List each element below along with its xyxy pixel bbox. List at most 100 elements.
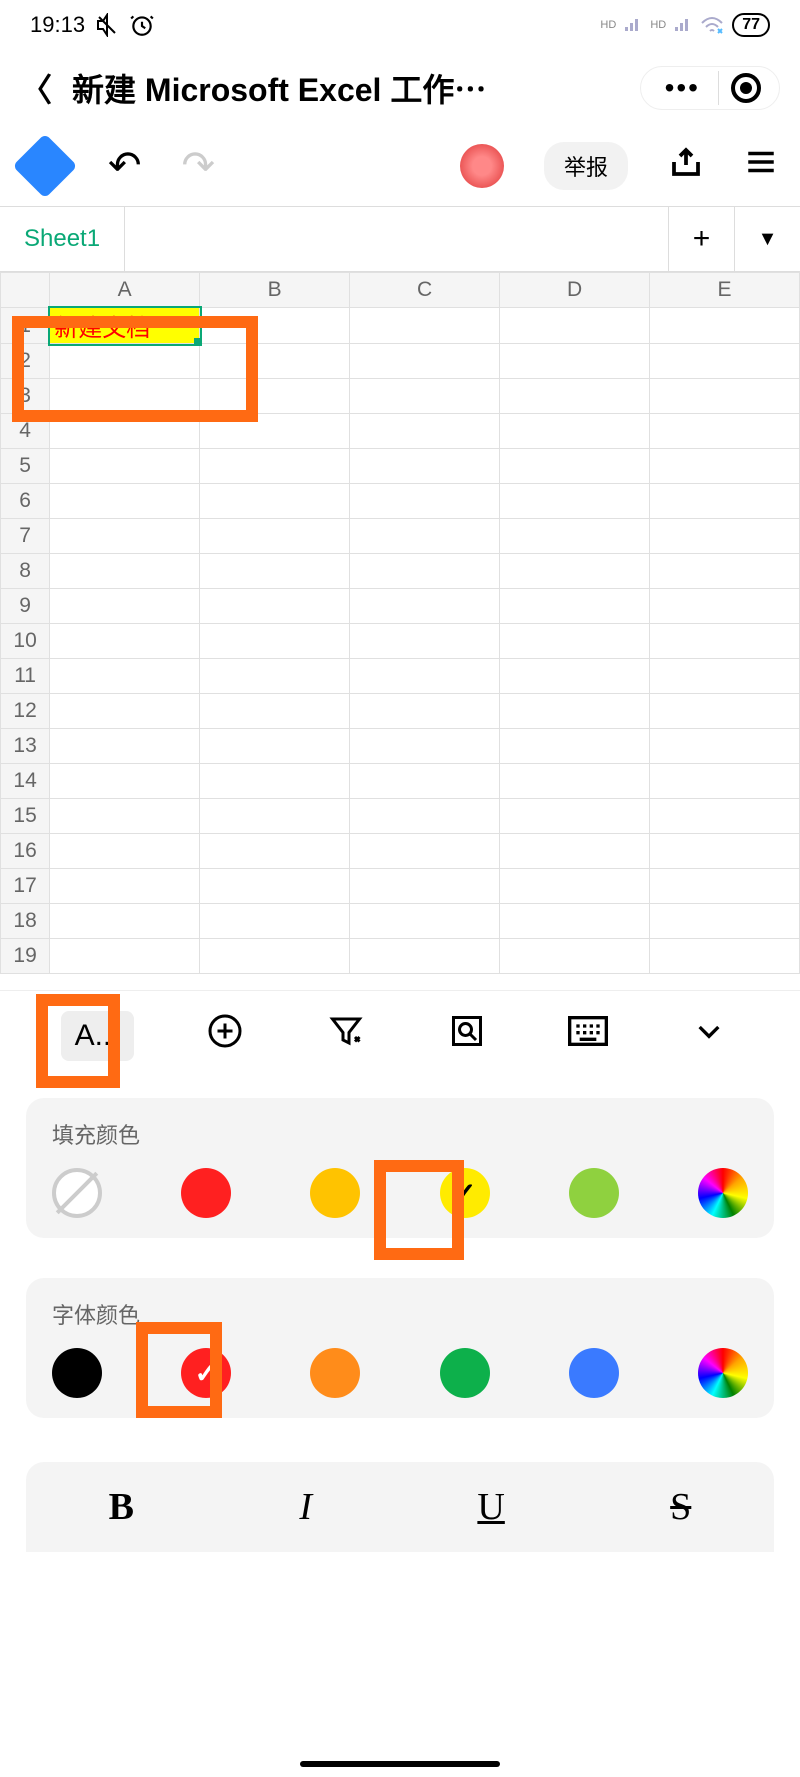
color-swatch[interactable] <box>52 1348 102 1398</box>
cell[interactable] <box>200 729 350 764</box>
cell[interactable] <box>500 939 650 974</box>
cell[interactable] <box>200 344 350 379</box>
cell[interactable] <box>50 729 200 764</box>
color-swatch[interactable] <box>310 1348 360 1398</box>
more-icon[interactable]: ••• <box>651 72 714 104</box>
format-button[interactable]: A... <box>61 1011 134 1061</box>
cell[interactable] <box>350 904 500 939</box>
cell[interactable] <box>50 589 200 624</box>
column-header[interactable]: A <box>50 273 200 308</box>
row-header[interactable]: 1 <box>1 308 50 344</box>
cell[interactable] <box>200 589 350 624</box>
cell[interactable] <box>500 449 650 484</box>
row-header[interactable]: 3 <box>1 379 50 414</box>
cell[interactable] <box>500 519 650 554</box>
cell[interactable] <box>50 554 200 589</box>
row-header[interactable]: 16 <box>1 834 50 869</box>
cell[interactable] <box>500 344 650 379</box>
cell[interactable] <box>650 414 800 449</box>
cell[interactable] <box>350 834 500 869</box>
cell[interactable] <box>650 624 800 659</box>
color-swatch[interactable] <box>310 1168 360 1218</box>
cell[interactable] <box>500 308 650 344</box>
cell[interactable] <box>350 449 500 484</box>
undo-icon[interactable]: ↶ <box>108 143 142 189</box>
cell[interactable] <box>200 519 350 554</box>
cell[interactable] <box>50 939 200 974</box>
cell[interactable] <box>500 799 650 834</box>
row-header[interactable]: 7 <box>1 519 50 554</box>
row-header[interactable]: 12 <box>1 694 50 729</box>
keyboard-button[interactable] <box>558 1016 618 1055</box>
cell[interactable] <box>650 904 800 939</box>
sheets-dropdown[interactable]: ▼ <box>734 207 800 271</box>
cell[interactable] <box>350 659 500 694</box>
color-swatch[interactable]: ✓ <box>181 1348 231 1398</box>
cell[interactable] <box>350 519 500 554</box>
cell[interactable] <box>350 308 500 344</box>
row-header[interactable]: 18 <box>1 904 50 939</box>
filter-button[interactable] <box>316 1013 376 1058</box>
cell[interactable] <box>650 834 800 869</box>
cell[interactable] <box>650 659 800 694</box>
color-swatch[interactable] <box>181 1168 231 1218</box>
cell[interactable] <box>650 379 800 414</box>
column-header[interactable]: D <box>500 273 650 308</box>
cell[interactable] <box>500 589 650 624</box>
cell[interactable] <box>50 659 200 694</box>
no-color-swatch[interactable] <box>52 1168 102 1218</box>
cell[interactable] <box>200 694 350 729</box>
cell[interactable] <box>200 764 350 799</box>
cell[interactable] <box>350 624 500 659</box>
cell[interactable] <box>50 799 200 834</box>
insert-button[interactable] <box>195 1013 255 1058</box>
cell[interactable] <box>50 449 200 484</box>
cell[interactable] <box>200 904 350 939</box>
cell[interactable] <box>200 869 350 904</box>
row-header[interactable]: 14 <box>1 764 50 799</box>
row-header[interactable]: 2 <box>1 344 50 379</box>
strike-button[interactable]: S <box>670 1485 691 1529</box>
cell[interactable] <box>650 799 800 834</box>
row-header[interactable]: 13 <box>1 729 50 764</box>
back-icon[interactable]: 〈 <box>20 65 52 111</box>
cell[interactable] <box>50 519 200 554</box>
cell[interactable] <box>350 939 500 974</box>
row-header[interactable]: 17 <box>1 869 50 904</box>
cell[interactable] <box>500 379 650 414</box>
cell[interactable] <box>200 834 350 869</box>
collapse-button[interactable] <box>679 1015 739 1056</box>
target-icon[interactable] <box>731 73 761 103</box>
menu-icon[interactable] <box>744 145 778 188</box>
cell[interactable] <box>350 729 500 764</box>
column-header[interactable]: B <box>200 273 350 308</box>
cell[interactable] <box>200 414 350 449</box>
share-icon[interactable] <box>668 144 704 189</box>
row-header[interactable]: 15 <box>1 799 50 834</box>
cell[interactable] <box>200 624 350 659</box>
sheet-tab-1[interactable]: Sheet1 <box>0 207 125 271</box>
cell[interactable] <box>50 624 200 659</box>
cell[interactable] <box>50 344 200 379</box>
color-swatch[interactable] <box>569 1348 619 1398</box>
cell[interactable] <box>650 554 800 589</box>
cell[interactable] <box>650 484 800 519</box>
cell[interactable] <box>500 764 650 799</box>
cell[interactable] <box>350 554 500 589</box>
row-header[interactable]: 19 <box>1 939 50 974</box>
row-header[interactable]: 8 <box>1 554 50 589</box>
find-button[interactable] <box>437 1013 497 1058</box>
italic-button[interactable]: I <box>299 1485 312 1529</box>
cell[interactable] <box>500 659 650 694</box>
cell[interactable] <box>650 519 800 554</box>
cell[interactable] <box>350 379 500 414</box>
cell[interactable] <box>500 624 650 659</box>
cell[interactable] <box>50 484 200 519</box>
color-swatch[interactable] <box>440 1348 490 1398</box>
cell[interactable] <box>50 414 200 449</box>
cell[interactable] <box>50 764 200 799</box>
cell-a1[interactable]: 新建文档 <box>50 308 200 344</box>
cell[interactable] <box>650 764 800 799</box>
cell[interactable] <box>350 694 500 729</box>
cell[interactable] <box>500 869 650 904</box>
